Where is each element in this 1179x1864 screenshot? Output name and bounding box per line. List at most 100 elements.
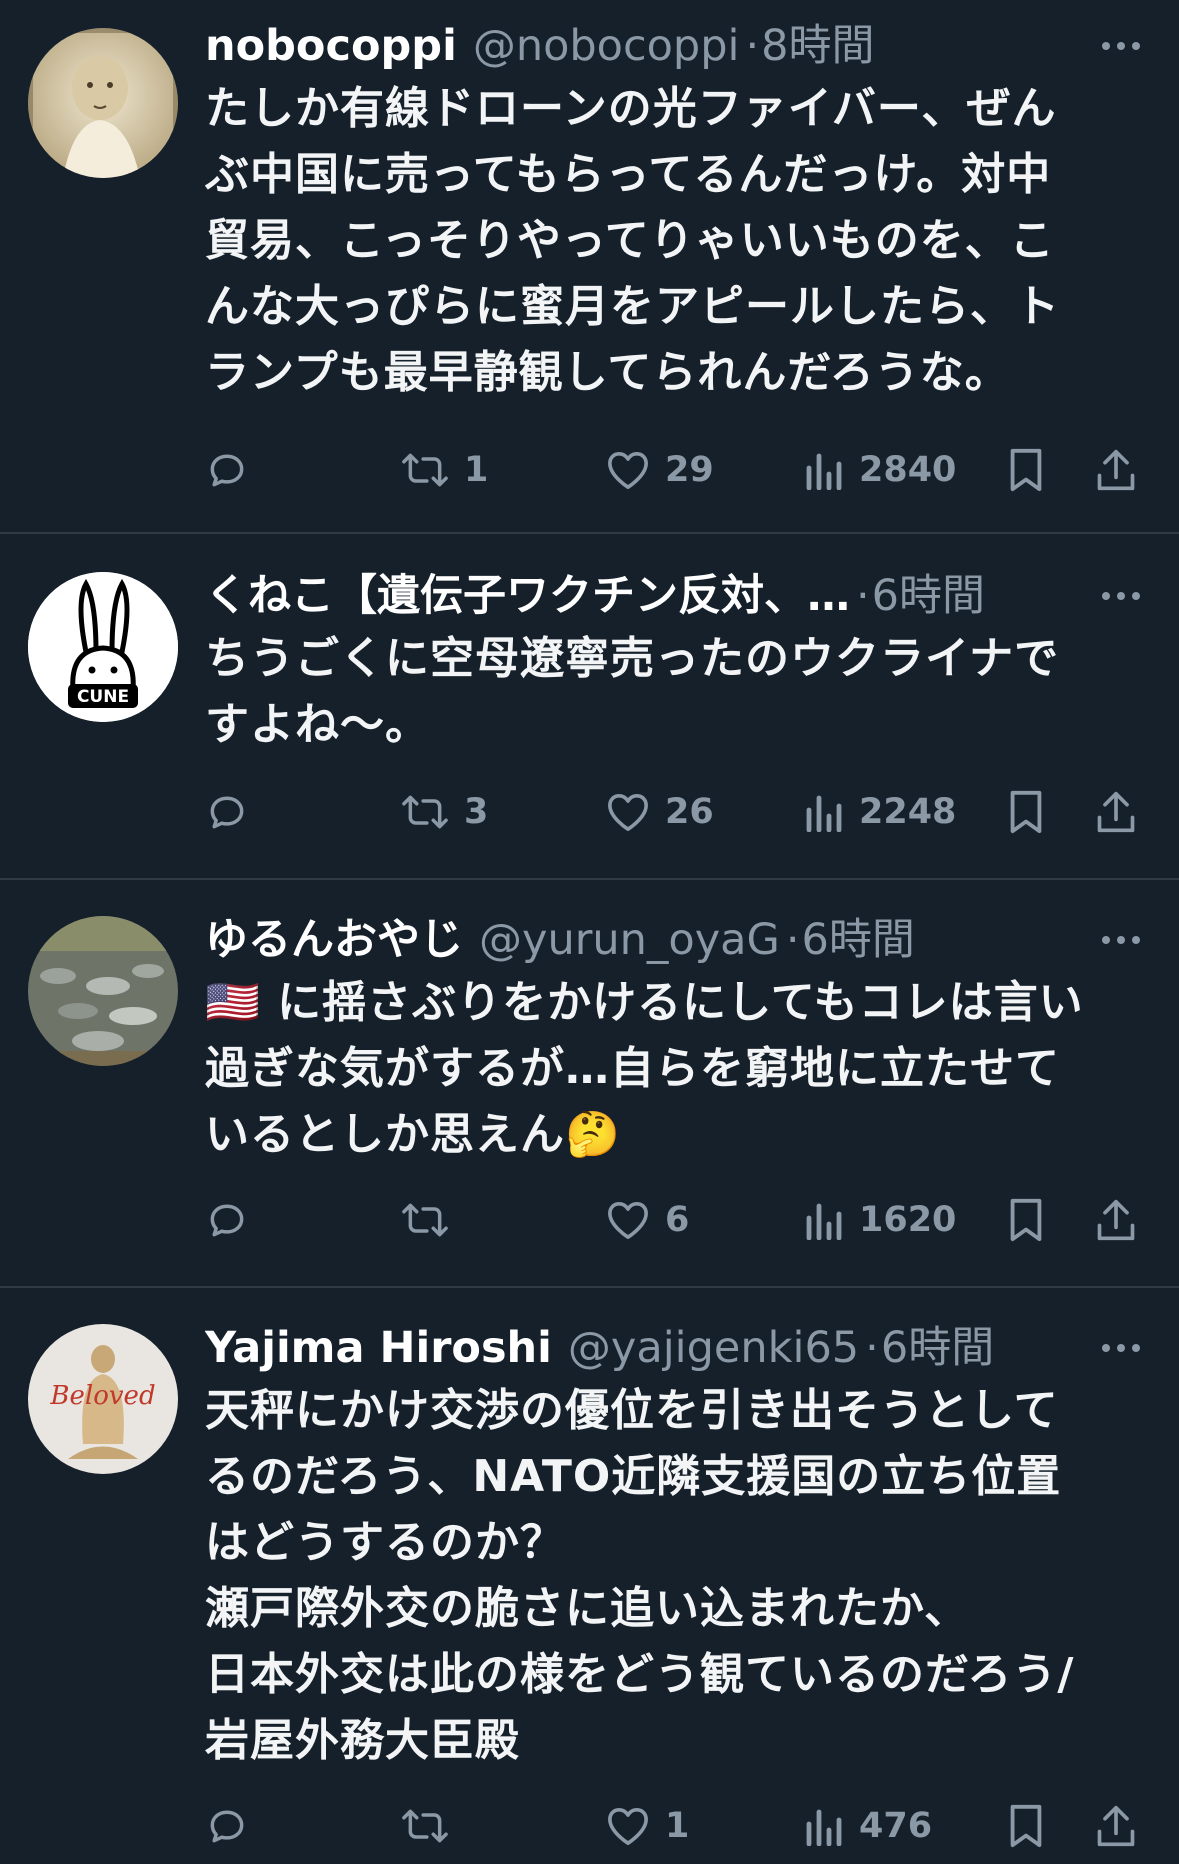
bookmark-button[interactable] [1008, 440, 1044, 500]
views-icon [806, 1203, 842, 1240]
bookmark-button[interactable] [1008, 782, 1044, 842]
views-button[interactable]: 2248 [805, 782, 956, 842]
share-icon [1097, 1199, 1135, 1241]
more-icon [1102, 42, 1140, 50]
like-button[interactable]: 6 [605, 1190, 689, 1250]
retweet-button[interactable] [400, 1190, 464, 1250]
display-name[interactable]: くねこ【遺伝子ワクチン反対、… [205, 566, 850, 626]
bookmark-button[interactable] [1008, 1796, 1044, 1856]
tweet-header: くねこ【遺伝子ワクチン反対、… · 6時間 [205, 566, 1059, 626]
retweet-icon [402, 453, 448, 487]
tweet-text: 天秤にかけ交渉の優位を引き出そうとして るのだろう、NATO近隣支援国の立ち位置… [205, 1385, 1075, 1766]
avatar[interactable]: CUNE [28, 572, 178, 722]
more-options-button[interactable] [1091, 1328, 1151, 1368]
timestamp[interactable]: 6時間 [801, 910, 914, 970]
separator-dot: · [856, 571, 870, 621]
reply-button[interactable] [205, 782, 249, 842]
views-button[interactable]: 476 [805, 1796, 932, 1856]
separator-dot: · [865, 1323, 879, 1373]
bookmark-icon [1010, 448, 1042, 492]
reply-icon [210, 454, 244, 487]
retweet-icon [402, 1203, 448, 1237]
retweet-button[interactable]: 3 [400, 782, 488, 842]
reply-icon [210, 796, 244, 829]
action-bar-1: 1 29 2840 [205, 440, 1155, 500]
views-count: 2840 [859, 450, 957, 490]
more-icon [1102, 592, 1140, 600]
retweet-count: 1 [464, 450, 489, 490]
like-button[interactable]: 1 [605, 1796, 689, 1856]
share-icon [1097, 1805, 1135, 1847]
share-icon [1097, 791, 1135, 833]
share-button[interactable] [1095, 1796, 1137, 1856]
avatar-script-text: Beloved [49, 1381, 155, 1411]
retweet-icon [402, 795, 448, 829]
action-bar-3: 6 1620 [205, 1190, 1155, 1250]
tweet-header: ゆるんおやじ @yurun_oyaG · 6時間 [205, 910, 1059, 970]
retweet-icon [402, 1809, 448, 1843]
like-button[interactable]: 26 [605, 782, 714, 842]
avatar[interactable] [28, 28, 178, 178]
views-count: 476 [859, 1806, 933, 1846]
retweet-button[interactable] [400, 1796, 464, 1856]
timestamp[interactable]: 8時間 [761, 16, 874, 76]
more-options-button[interactable] [1091, 576, 1151, 616]
tweet-text-main: に揺さぶりをかけるにしてもコレは言い 過ぎな気がするが…自らを窮地に立たせて い… [205, 977, 1084, 1160]
views-icon [806, 453, 842, 490]
bookmark-icon [1010, 790, 1042, 834]
share-button[interactable] [1095, 1190, 1137, 1250]
bookmark-button[interactable] [1008, 1190, 1044, 1250]
more-options-button[interactable] [1091, 26, 1151, 66]
timestamp[interactable]: 6時間 [872, 566, 985, 626]
separator-dot: · [745, 21, 760, 71]
us-flag-emoji: 🇺🇸 [205, 977, 261, 1028]
reply-button[interactable] [205, 440, 249, 500]
reply-icon [210, 1810, 244, 1843]
views-count: 1620 [859, 1200, 957, 1240]
action-bar-2: 3 26 2248 [205, 782, 1155, 842]
retweet-count: 3 [464, 792, 489, 832]
more-options-button[interactable] [1091, 920, 1151, 960]
bookmark-icon [1010, 1198, 1042, 1242]
avatar[interactable] [28, 916, 178, 1066]
user-handle[interactable]: @yurun_oyaG [479, 910, 780, 970]
like-count: 26 [665, 792, 714, 832]
like-count: 6 [665, 1200, 690, 1240]
tweet-header: Yajima Hiroshi @yajigenki65 · 6時間 [205, 1318, 1059, 1378]
share-button[interactable] [1095, 440, 1137, 500]
tweet-text: たしか有線ドローンの光ファイバー、ぜん ぶ中国に売ってもらってるんだっけ。対中 … [205, 83, 1060, 398]
like-icon [608, 1807, 648, 1845]
share-button[interactable] [1095, 782, 1137, 842]
user-handle[interactable]: @nobocoppi [473, 16, 740, 76]
cune-logo-text: CUNE [77, 687, 129, 707]
views-button[interactable]: 1620 [805, 1190, 956, 1250]
thinking-face-emoji: 🤔 [565, 1109, 621, 1160]
like-icon [608, 793, 648, 831]
share-icon [1097, 449, 1135, 491]
display-name[interactable]: ゆるんおやじ [205, 910, 463, 970]
reply-button[interactable] [205, 1796, 249, 1856]
user-handle[interactable]: @yajigenki65 [568, 1318, 859, 1378]
retweet-button[interactable]: 1 [400, 440, 488, 500]
more-icon [1102, 1344, 1140, 1352]
views-button[interactable]: 2840 [805, 440, 956, 500]
reply-button[interactable] [205, 1190, 249, 1250]
views-icon [806, 795, 842, 832]
timeline-feed: nobocoppi @nobocoppi · 8時間 たしか有線ドローンの光ファ… [0, 0, 1179, 1864]
tweet-text: ちうごくに空母遼寧売ったのウクライナで すよね〜。 [205, 633, 1060, 750]
avatar[interactable]: Beloved [28, 1324, 178, 1474]
like-button[interactable]: 29 [605, 440, 714, 500]
timestamp[interactable]: 6時間 [881, 1318, 994, 1378]
like-icon [608, 451, 648, 489]
display-name[interactable]: Yajima Hiroshi [205, 1318, 552, 1378]
tweet-1[interactable]: nobocoppi @nobocoppi · 8時間 たしか有線ドローンの光ファ… [0, 0, 1179, 450]
like-count: 1 [665, 1806, 690, 1846]
action-bar-4: 1 476 [205, 1796, 1155, 1856]
like-icon [608, 1201, 648, 1239]
tweet-header: nobocoppi @nobocoppi · 8時間 [205, 16, 1059, 76]
more-icon [1102, 936, 1140, 944]
separator-dot: · [785, 915, 800, 965]
display-name[interactable]: nobocoppi [205, 16, 457, 76]
tweet-4[interactable]: Beloved Yajima Hiroshi @yajigenki65 · 6時… [0, 1288, 1179, 1864]
tweet-text: 🇺🇸 に揺さぶりをかけるにしてもコレは言い 過ぎな気がするが…自らを窮地に立たせ… [205, 970, 1135, 1168]
